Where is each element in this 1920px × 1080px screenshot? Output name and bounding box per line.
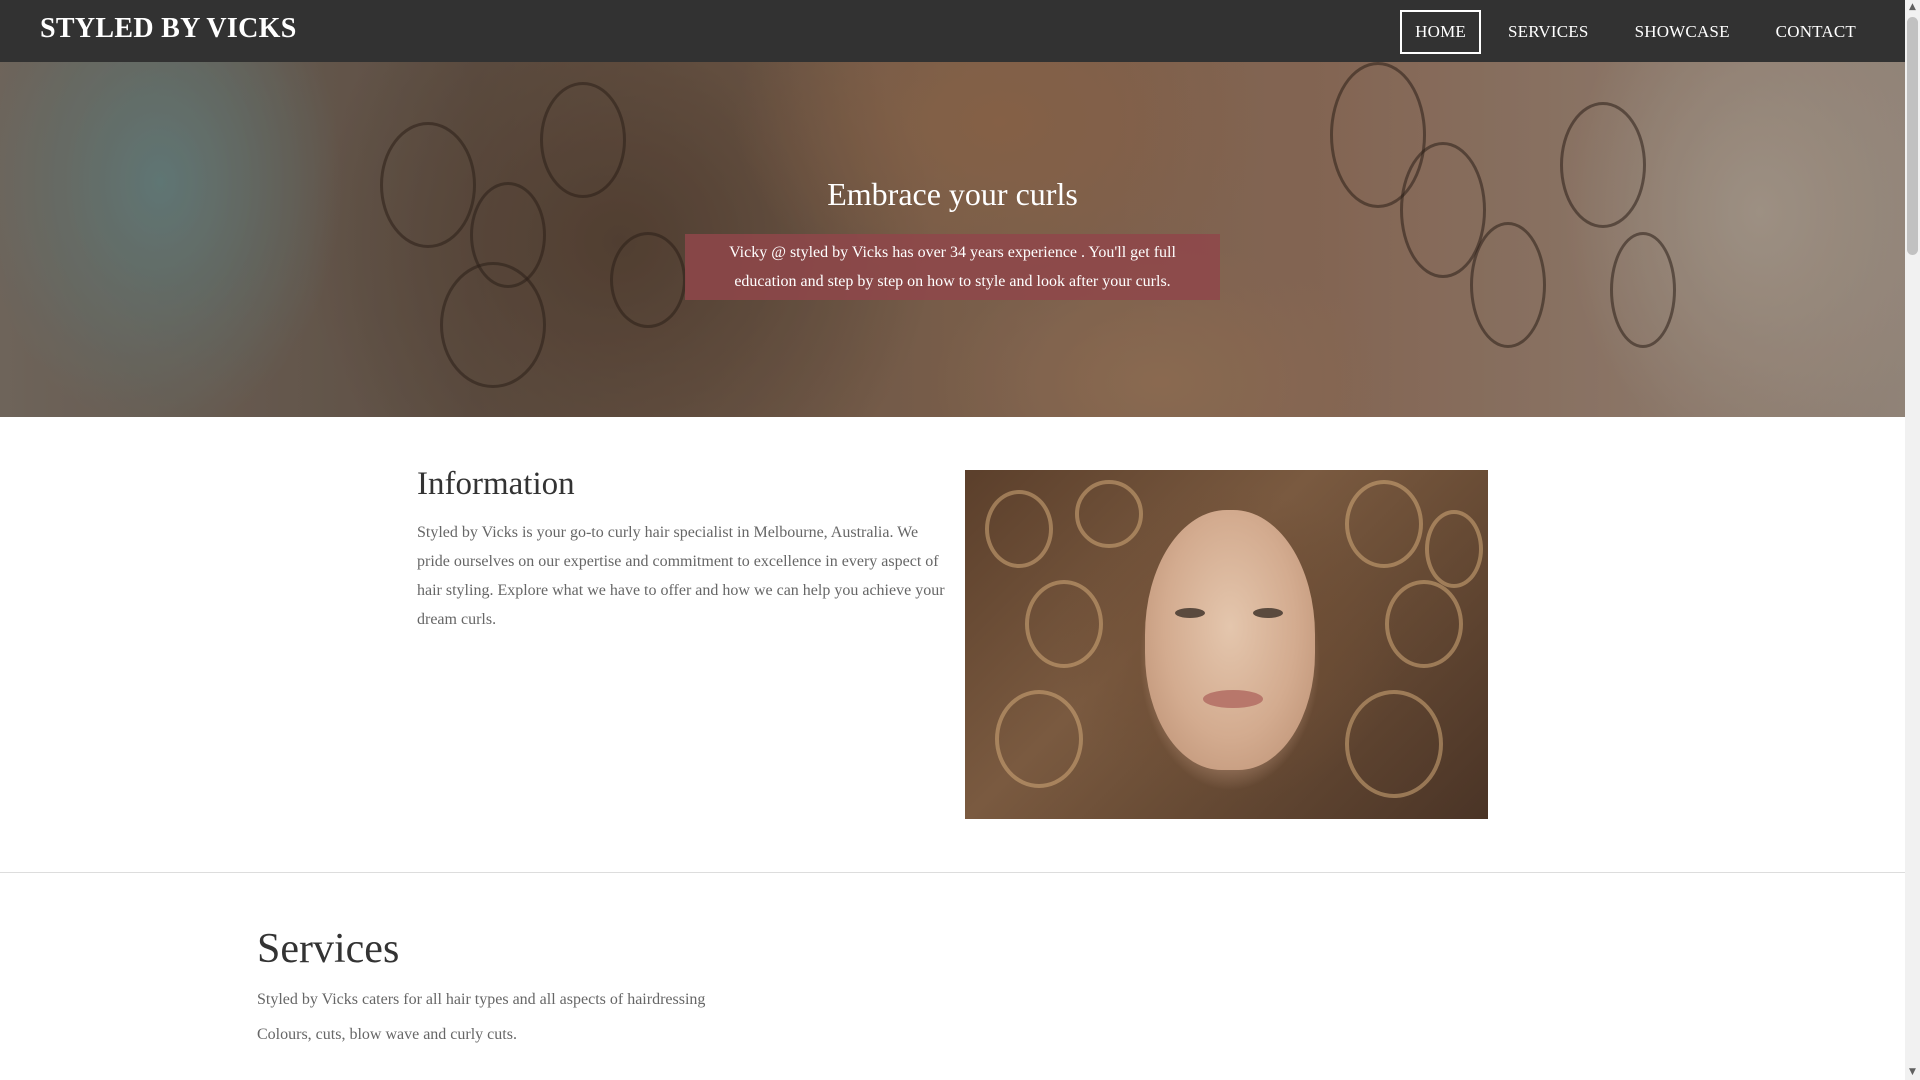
face-shape: [1145, 510, 1315, 770]
services-text-line: Styled by Vicks caters for all hair type…: [257, 991, 706, 1008]
hero-tagline-box: Vicky @ styled by Vicks has over 34 year…: [685, 234, 1220, 300]
brand-logo-link[interactable]: STYLED BY VICKS: [40, 13, 297, 45]
navbar: STYLED BY VICKS HOME SERVICES SHOWCASE C…: [0, 0, 1905, 62]
photo-curl: [1075, 480, 1143, 548]
scroll-up-arrow-icon[interactable]: ▲: [1905, 0, 1920, 15]
nav-home-link[interactable]: HOME: [1400, 10, 1482, 54]
information-heading: Information: [417, 466, 575, 502]
photo-curl: [1425, 510, 1483, 588]
photo-curl: [995, 690, 1083, 788]
nav-showcase-link[interactable]: SHOWCASE: [1620, 10, 1745, 54]
services-text-line: Colours, cuts, blow wave and curly cuts.: [257, 1026, 517, 1043]
photo-curl: [985, 490, 1053, 568]
hero-title: Embrace your curls: [827, 176, 1078, 212]
photo-curl: [1345, 480, 1423, 568]
hero-banner: Embrace your curls Vicky @ styled by Vic…: [0, 62, 1905, 417]
information-text: Styled by Vicks is your go-to curly hair…: [417, 524, 945, 628]
photo-curl: [1345, 690, 1443, 798]
nav-contact-link[interactable]: CONTACT: [1761, 10, 1871, 54]
scrollbar-thumb[interactable]: [1907, 17, 1918, 255]
vertical-scrollbar[interactable]: ▲ ▼: [1905, 0, 1920, 1080]
lips-shape: [1203, 690, 1263, 708]
photo-curl: [1025, 580, 1103, 668]
nav-services-link[interactable]: SERVICES: [1493, 10, 1604, 54]
section-divider: [0, 872, 1905, 873]
services-heading: Services: [257, 926, 400, 972]
nav-links: HOME SERVICES SHOWCASE CONTACT: [1400, 10, 1871, 54]
eye-shape: [1175, 608, 1205, 618]
page: STYLED BY VICKS HOME SERVICES SHOWCASE C…: [0, 0, 1905, 1080]
hero-tagline-line: education and step by step on how to sty…: [734, 273, 1171, 290]
scroll-down-arrow-icon[interactable]: ▼: [1905, 1065, 1920, 1080]
curly-hair-photo: [965, 470, 1488, 819]
eye-shape: [1253, 608, 1283, 618]
photo-curl: [1385, 580, 1463, 668]
hero-tagline-line: Vicky @ styled by Vicks has over 34 year…: [729, 244, 1176, 261]
